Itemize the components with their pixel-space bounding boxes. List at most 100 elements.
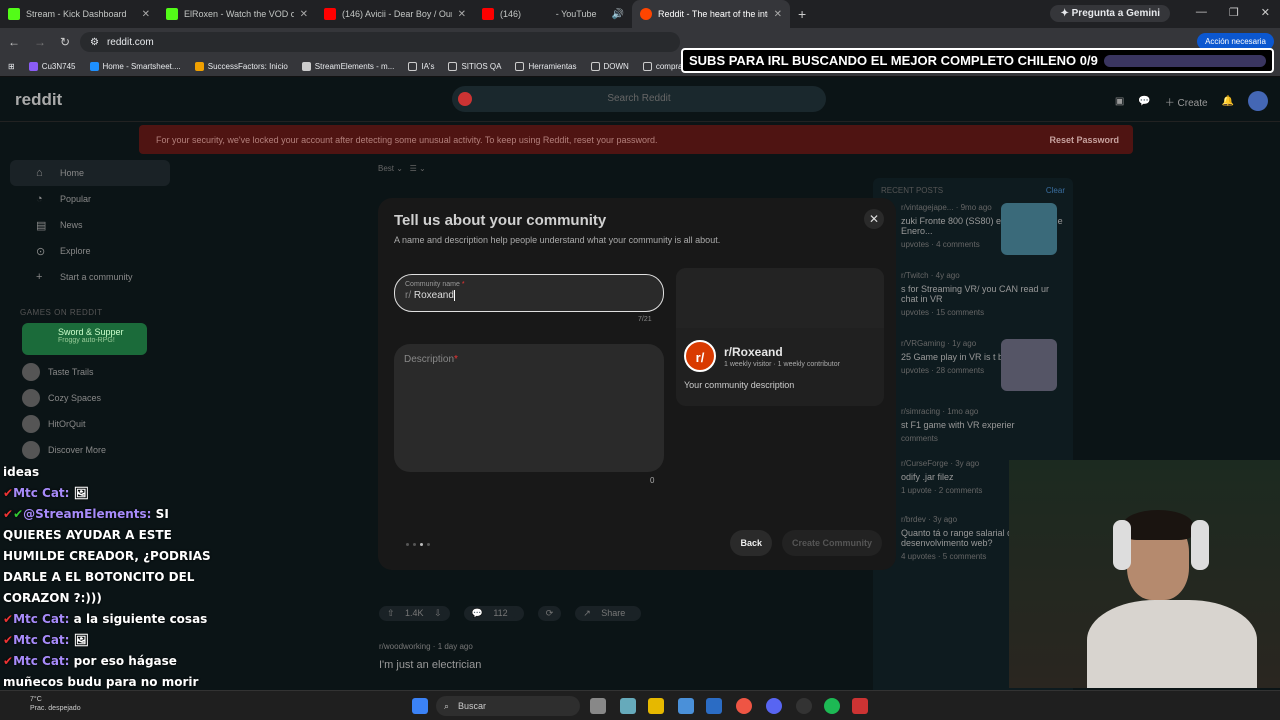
preview-description: Your community description bbox=[684, 380, 795, 390]
community-name-input[interactable]: Community name * r/ Roxeand bbox=[394, 274, 664, 312]
youtube-icon bbox=[482, 8, 494, 20]
bookmark-folder[interactable]: compra bbox=[642, 61, 683, 71]
bookmark-folder[interactable]: Herramientas bbox=[515, 61, 577, 71]
bell-icon[interactable]: 🔔 bbox=[1222, 96, 1234, 107]
goal-progress-bar bbox=[1103, 54, 1266, 67]
gemini-button[interactable]: ✦ Pregunta a Gemini bbox=[1050, 5, 1170, 22]
ads-icon[interactable]: ▣ bbox=[1115, 96, 1124, 107]
browser-tab[interactable]: (146) Avicii - Dear Boy / Our Lo✕ bbox=[316, 0, 474, 28]
share-button[interactable]: ↗ Share bbox=[575, 605, 642, 621]
comments-button[interactable]: 💬 112 bbox=[463, 605, 524, 621]
sidebar-game-item[interactable]: Discover More bbox=[0, 437, 180, 463]
bookmark-item[interactable]: Cu3N745 bbox=[28, 61, 76, 71]
store-icon[interactable] bbox=[678, 698, 694, 714]
bookmark-item[interactable]: Home - Smartsheet.... bbox=[89, 61, 181, 71]
game-icon bbox=[22, 389, 40, 407]
forward-icon[interactable]: → bbox=[34, 35, 46, 49]
discord-icon[interactable] bbox=[766, 698, 782, 714]
sidebar-game-item[interactable]: Cozy Spaces bbox=[0, 385, 180, 411]
recent-post[interactable]: r/VRGaming · 1y ago 25 Game play in VR is… bbox=[881, 339, 1065, 397]
obs-icon[interactable] bbox=[796, 698, 812, 714]
chrome-icon[interactable] bbox=[736, 698, 752, 714]
reset-password-link[interactable]: Reset Password bbox=[1049, 135, 1119, 145]
preview-banner bbox=[676, 268, 884, 328]
emote-icon: 🖼 bbox=[73, 486, 89, 500]
search-input[interactable]: Search Reddit bbox=[452, 86, 826, 112]
close-window-icon[interactable]: ✕ bbox=[1261, 6, 1270, 19]
sidebar-item-start-community[interactable]: + Start a community bbox=[10, 264, 170, 290]
sidebar-game-item[interactable]: Taste Trails bbox=[0, 359, 180, 385]
copilot-icon[interactable] bbox=[620, 698, 636, 714]
new-tab-button[interactable]: + bbox=[798, 6, 806, 22]
bookmark-folder[interactable]: DOWN bbox=[590, 61, 629, 71]
apps-icon[interactable]: ⊞ bbox=[8, 62, 15, 71]
security-banner: For your security, we've locked your acc… bbox=[139, 125, 1133, 154]
site-info-icon[interactable]: ⚙ bbox=[90, 37, 99, 48]
spotify-icon[interactable] bbox=[824, 698, 840, 714]
chat-message: ✔Mtc Cat: por eso hágase muñecos budu pa… bbox=[3, 654, 199, 689]
description-input[interactable]: Description* bbox=[394, 344, 664, 472]
name-char-counter: 7/21 bbox=[638, 316, 652, 323]
sidebar-item-popular[interactable]: ◔ Popular bbox=[10, 186, 170, 212]
close-icon[interactable]: ✕ bbox=[300, 9, 308, 20]
close-icon[interactable]: ✕ bbox=[458, 9, 466, 20]
file-explorer-icon[interactable] bbox=[648, 698, 664, 714]
windows-start-icon[interactable] bbox=[412, 698, 428, 714]
recent-post[interactable]: r/vintagejape... · 9mo ago zuki Fronte 80… bbox=[881, 203, 1065, 261]
bookmark-folder[interactable]: IA's bbox=[408, 61, 434, 71]
community-link[interactable]: r/woodworking bbox=[379, 642, 431, 651]
badge-icon: ✔ bbox=[3, 486, 14, 500]
browser-tab[interactable]: (146) - YouTube 🔊 bbox=[474, 0, 632, 28]
taskbar-search[interactable]: ⌕ Buscar bbox=[436, 696, 580, 716]
clear-button[interactable]: Clear bbox=[1046, 186, 1065, 195]
task-view-icon[interactable] bbox=[590, 698, 606, 714]
bookmark-folder[interactable]: SITIOS QA bbox=[448, 61, 501, 71]
close-icon[interactable]: ✕ bbox=[774, 9, 782, 20]
app-icon[interactable] bbox=[852, 698, 868, 714]
post-title[interactable]: I'm just an electrician bbox=[379, 659, 847, 671]
reload-icon[interactable]: ↻ bbox=[60, 35, 70, 49]
bookmark-item[interactable]: StreamElements - m... bbox=[301, 61, 394, 71]
browser-tab[interactable]: ElRoxen - Watch the VOD on Ki✕ bbox=[158, 0, 316, 28]
games-heading[interactable]: GAMES ON REDDIT bbox=[20, 308, 180, 317]
browser-tab[interactable]: Stream - Kick Dashboard ✕ bbox=[0, 0, 158, 28]
game-card[interactable]: Sword & Supper Froggy auto-RPG! bbox=[22, 323, 147, 355]
badge-icon: ✔ bbox=[3, 507, 14, 521]
sidebar-item-home[interactable]: ⌂ Home bbox=[10, 160, 170, 186]
window-controls: — ❐ ✕ bbox=[1196, 6, 1270, 19]
browser-tab-bar: Stream - Kick Dashboard ✕ ElRoxen - Watch… bbox=[0, 0, 1280, 28]
sidebar-item-explore[interactable]: ⊙ Explore bbox=[10, 238, 170, 264]
browser-tab-active[interactable]: Reddit - The heart of the intern✕ bbox=[632, 0, 790, 28]
create-community-button[interactable]: Create Community bbox=[781, 530, 882, 556]
chat-message: ✔Mtc Cat: 🖼 bbox=[3, 633, 89, 647]
crosspost-icon[interactable]: ⟳ bbox=[537, 605, 562, 621]
badge-icon: ✔ bbox=[3, 633, 14, 647]
address-bar[interactable]: ⚙ reddit.com bbox=[80, 32, 680, 52]
chat-message: ✔Mtc Cat: 🖼 bbox=[3, 486, 89, 500]
recent-post[interactable]: r/simracing · 1mo ago st F1 game with VR … bbox=[881, 407, 1065, 449]
folder-icon bbox=[590, 61, 600, 71]
youtube-icon bbox=[324, 8, 336, 20]
post-thumbnail bbox=[1001, 203, 1057, 255]
sidebar-item-news[interactable]: ▤ News bbox=[10, 212, 170, 238]
outlook-icon[interactable] bbox=[706, 698, 722, 714]
text-caret bbox=[453, 290, 455, 301]
vote-control[interactable]: ⇧ 1.4K ⇩ bbox=[379, 605, 450, 621]
bookmark-item[interactable]: SuccessFactors: Inicio bbox=[194, 61, 288, 71]
sidebar-game-item[interactable]: HitOrQuit bbox=[0, 411, 180, 437]
kick-icon bbox=[166, 8, 178, 20]
maximize-icon[interactable]: ❐ bbox=[1229, 6, 1239, 19]
close-icon[interactable]: ✕ bbox=[142, 9, 150, 20]
recent-post[interactable]: r/Twitch · 4y ago s for Streaming VR/ you… bbox=[881, 271, 1065, 329]
close-icon[interactable]: ✕ bbox=[864, 209, 884, 229]
chat-icon[interactable]: 💬 bbox=[1138, 96, 1150, 107]
reddit-logo[interactable]: reddit bbox=[15, 90, 62, 110]
create-button[interactable]: ＋ Create bbox=[1165, 94, 1208, 109]
minimize-icon[interactable]: — bbox=[1196, 6, 1207, 19]
back-icon[interactable]: ← bbox=[8, 35, 20, 49]
sort-dropdown[interactable]: Best ⌄ ☰ ⌄ bbox=[378, 164, 426, 173]
weather-widget[interactable]: 7°C Prac. despejado bbox=[30, 695, 81, 713]
speaker-icon[interactable]: 🔊 bbox=[612, 9, 624, 20]
back-button[interactable]: Back bbox=[730, 530, 772, 556]
avatar[interactable] bbox=[1248, 91, 1268, 111]
